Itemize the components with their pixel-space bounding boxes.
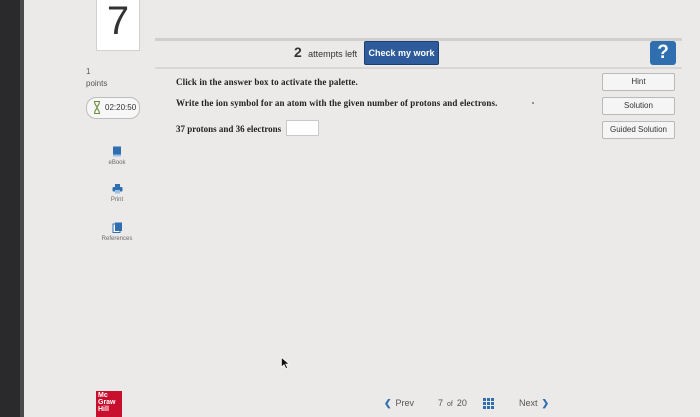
page-of-text: of bbox=[447, 401, 453, 408]
references-tool[interactable]: References bbox=[96, 222, 138, 242]
page-indicator: 7 of 20 bbox=[438, 398, 467, 408]
references-label: References bbox=[101, 236, 133, 242]
guided-solution-button[interactable]: Guided Solution bbox=[602, 121, 675, 139]
printer-icon bbox=[112, 184, 122, 194]
prev-button[interactable]: ❮ Prev bbox=[384, 398, 414, 409]
next-button[interactable]: Next ❯ bbox=[519, 398, 549, 409]
screen-bezel bbox=[0, 0, 20, 417]
points-value: 1 bbox=[86, 67, 91, 76]
logo-line-1: Mc bbox=[98, 392, 108, 399]
print-tool[interactable]: Print bbox=[96, 184, 138, 203]
attempts-count: 2 bbox=[294, 44, 302, 60]
attempts-text: attempts left bbox=[308, 49, 358, 59]
ebook-tool[interactable]: eBook bbox=[96, 146, 138, 166]
points-label: points bbox=[86, 79, 108, 88]
hourglass-icon bbox=[93, 101, 101, 114]
question-text: 37 protons and 36 electrons bbox=[176, 124, 282, 134]
timer-text: 02:20:50 bbox=[105, 103, 137, 112]
current-page: 7 bbox=[438, 398, 444, 408]
total-pages: 20 bbox=[456, 398, 467, 408]
answer-input[interactable] bbox=[286, 120, 319, 136]
mouse-cursor-icon bbox=[281, 357, 290, 369]
references-icon bbox=[112, 222, 122, 233]
mcgraw-hill-logo: Mc Graw Hill bbox=[96, 391, 122, 417]
prompt-text: Write the ion symbol for an atom with th… bbox=[176, 98, 498, 108]
attempts-indicator: 2 attempts left bbox=[294, 44, 357, 60]
chevron-left-icon: ❮ bbox=[384, 398, 392, 408]
instruction-text: Click in the answer box to activate the … bbox=[176, 77, 358, 87]
ebook-label: eBook bbox=[108, 160, 126, 166]
page-background bbox=[24, 0, 700, 417]
check-my-work-button[interactable]: Check my work bbox=[364, 41, 439, 65]
print-label: Print bbox=[110, 197, 124, 203]
solution-button[interactable]: Solution bbox=[602, 97, 675, 115]
next-label: Next bbox=[519, 398, 538, 408]
timer-badge[interactable]: 02:20:50 bbox=[86, 97, 140, 119]
book-icon bbox=[113, 146, 121, 157]
prev-label: Prev bbox=[395, 398, 415, 408]
hint-button[interactable]: Hint bbox=[602, 73, 675, 91]
question-number: 7 bbox=[96, 0, 140, 51]
grid-view-icon[interactable] bbox=[483, 398, 494, 409]
help-button[interactable]: ? bbox=[650, 41, 676, 65]
chevron-right-icon: ❯ bbox=[541, 398, 550, 408]
logo-line-2: Graw bbox=[98, 399, 116, 406]
logo-line-3: Hill bbox=[98, 406, 109, 413]
stray-dot bbox=[532, 102, 534, 104]
subheader-divider bbox=[155, 67, 682, 69]
